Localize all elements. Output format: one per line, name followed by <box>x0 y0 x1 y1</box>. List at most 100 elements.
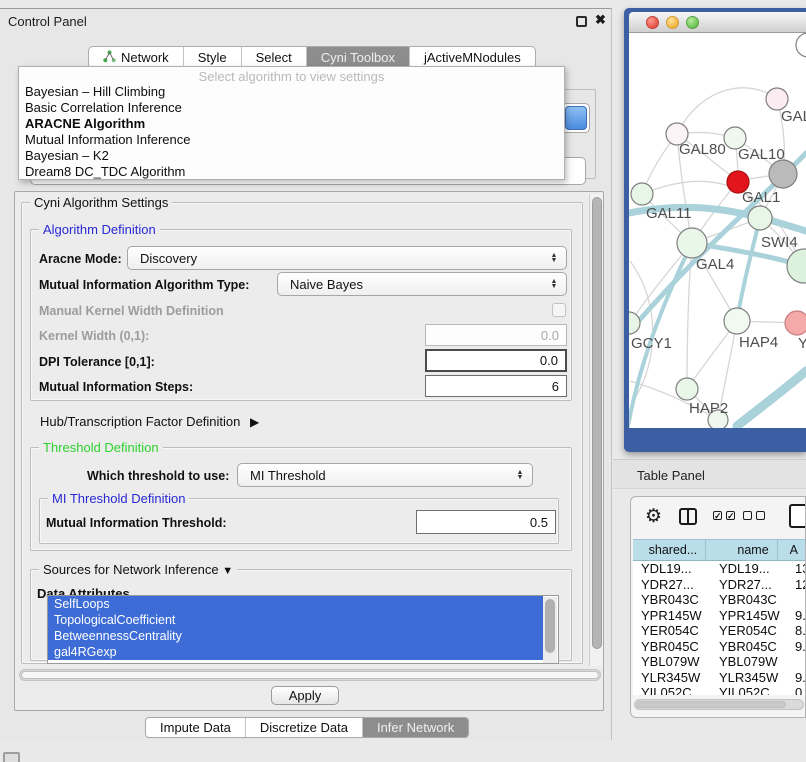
network-node[interactable] <box>748 206 772 230</box>
network-node-hap2[interactable] <box>676 378 698 400</box>
kernel-width-input[interactable]: 0.0 <box>425 324 567 346</box>
dropdown-item[interactable]: Bayesian – K2 <box>25 148 109 164</box>
network-node-gal4[interactable] <box>677 228 707 258</box>
network-graph: GAL GAL80 GAL10 GAL1 GAL11 SWI4 GAL4 GCY… <box>629 33 806 428</box>
network-node-pink[interactable] <box>785 311 806 335</box>
column-header-partial[interactable]: A <box>778 540 806 560</box>
which-threshold-combobox[interactable]: MI Threshold ▲▼ <box>237 463 533 487</box>
node-label: GCY1 <box>631 335 672 352</box>
list-scrollbar-thumb[interactable] <box>545 599 555 653</box>
zoom-traffic-light[interactable] <box>686 16 699 29</box>
dropdown-item-aracne[interactable]: ARACNE Algorithm <box>25 116 145 132</box>
tab-jactivemnodules[interactable]: jActiveMNodules <box>410 47 535 68</box>
tab-impute-data[interactable]: Impute Data <box>146 718 246 737</box>
panel-title: Control Panel <box>8 14 87 29</box>
table-column-headers: shared... name A <box>633 539 806 561</box>
table-row[interactable]: YBL079WYBL079W <box>633 654 806 670</box>
table-panel-title: Table Panel <box>637 468 705 483</box>
table-row[interactable]: YDL19...YDL19...13 <box>633 561 806 577</box>
table-horizontal-scrollbar[interactable] <box>634 699 804 710</box>
dropdown-item[interactable]: Basic Correlation Inference <box>25 100 182 116</box>
settings-vscroll-thumb[interactable] <box>592 197 602 649</box>
network-nodes[interactable] <box>629 33 806 428</box>
network-edges-gray <box>630 88 803 419</box>
table-row[interactable]: YPR145WYPR145W9. <box>633 608 806 624</box>
network-node-gray[interactable] <box>769 160 797 188</box>
network-node-hap4[interactable] <box>724 308 750 334</box>
combobox-arrows-icon: ▲▼ <box>542 253 566 263</box>
new-table-icon[interactable] <box>789 504 806 528</box>
tab-discretize-data[interactable]: Discretize Data <box>246 718 363 737</box>
mi-threshold-input[interactable]: 0.5 <box>416 510 556 534</box>
list-item[interactable]: SelfLoops <box>48 596 543 612</box>
float-window-icon[interactable] <box>576 16 587 27</box>
group-title: Algorithm Definition <box>39 222 160 237</box>
network-node-gcy1[interactable] <box>629 312 640 334</box>
table-row[interactable]: YDR27...YDR27...12 <box>633 577 806 593</box>
sources-toggle[interactable]: Sources for Network Inference ▼ <box>39 562 237 577</box>
mi-steps-input[interactable]: 6 <box>425 375 567 397</box>
gear-icon[interactable]: ⚙ <box>645 505 662 528</box>
node-label: SWI4 <box>761 234 798 251</box>
mi-steps-label: Mutual Information Steps: <box>39 380 193 394</box>
tab-infer-network[interactable]: Infer Network <box>363 718 468 737</box>
data-attributes-list[interactable]: SelfLoops TopologicalCoefficient Between… <box>47 595 559 664</box>
dropdown-item[interactable]: Mutual Information Inference <box>25 132 190 148</box>
column-header-name[interactable]: name <box>706 540 777 560</box>
tab-select[interactable]: Select <box>242 47 307 68</box>
threshold-definition-group: Threshold Definition Which threshold to … <box>30 447 572 551</box>
table-body: YDL19...YDL19...13 YDR27...YDR27...12 YB… <box>633 561 806 695</box>
aracne-mode-combobox[interactable]: Discovery ▲▼ <box>127 246 567 270</box>
network-icon <box>103 50 116 66</box>
combobox-spinner-focused[interactable] <box>565 106 587 130</box>
table-row[interactable]: YER054CYER054C8. <box>633 623 806 639</box>
deselect-all-checkbox-icon[interactable] <box>743 511 752 520</box>
network-canvas[interactable]: GAL GAL80 GAL10 GAL1 GAL11 SWI4 GAL4 GCY… <box>629 33 806 428</box>
columns-icon[interactable] <box>679 508 697 525</box>
network-node[interactable] <box>787 249 806 283</box>
network-window-titlebar[interactable] <box>629 12 806 33</box>
network-node[interactable] <box>796 33 806 57</box>
column-header-shared-name[interactable]: shared... <box>633 540 706 560</box>
table-row[interactable]: YLR345WYLR345W9. <box>633 670 806 686</box>
table-hscroll-thumb[interactable] <box>636 701 786 708</box>
tab-network[interactable]: Network <box>89 47 184 68</box>
hub-section-toggle[interactable]: Hub/Transcription Factor Definition ▶ <box>40 414 259 429</box>
list-item[interactable]: gal4RGexp <box>48 644 543 660</box>
select-all-checkbox-icon[interactable]: ✓ <box>726 511 735 520</box>
group-title: MI Threshold Definition <box>48 491 189 506</box>
list-scrollbar[interactable] <box>543 597 557 664</box>
close-traffic-light[interactable] <box>646 16 659 29</box>
table-row[interactable]: YBR045CYBR045C9. <box>633 639 806 655</box>
deselect-all-checkbox-icon[interactable] <box>756 511 765 520</box>
mi-threshold-definition-group: MI Threshold Definition Mutual Informati… <box>39 498 559 544</box>
tab-style[interactable]: Style <box>184 47 242 68</box>
close-icon[interactable]: ✖ <box>595 12 606 28</box>
node-label: GAL1 <box>742 189 780 206</box>
algorithm-definition-group: Algorithm Definition Aracne Mode: Discov… <box>30 229 572 401</box>
mi-type-combobox[interactable]: Naive Bayes ▲▼ <box>277 272 567 296</box>
select-all-checkbox-icon[interactable]: ✓ <box>713 511 722 520</box>
tab-cyni-toolbox[interactable]: Cyni Toolbox <box>307 47 410 68</box>
minimize-traffic-light[interactable] <box>666 16 679 29</box>
network-node[interactable] <box>766 88 788 110</box>
bottom-left-partial-button[interactable] <box>3 752 20 762</box>
node-label: GAL4 <box>696 256 734 273</box>
mi-type-label: Mutual Information Algorithm Type: <box>39 278 249 292</box>
settings-vertical-scrollbar[interactable] <box>589 194 603 666</box>
table-row[interactable]: YIL052CYIL052C0. <box>633 685 806 695</box>
apply-button[interactable]: Apply <box>271 686 339 705</box>
table-row[interactable]: YBR043CYBR043C <box>633 592 806 608</box>
aracne-mode-label: Aracne Mode: <box>39 252 122 266</box>
list-item[interactable]: BetweennessCentrality <box>48 628 543 644</box>
settings-horizontal-scrollbar[interactable] <box>19 669 601 681</box>
settings-hscroll-thumb[interactable] <box>21 671 599 679</box>
network-node-gal11[interactable] <box>631 183 653 205</box>
dropdown-item[interactable]: Bayesian – Hill Climbing <box>25 84 165 100</box>
dropdown-item[interactable]: Dream8 DC_TDC Algorithm <box>25 164 185 180</box>
list-item[interactable]: TopologicalCoefficient <box>48 612 543 628</box>
dpi-tolerance-input[interactable]: 0.0 <box>425 349 567 372</box>
dpi-tolerance-label: DPI Tolerance [0,1]: <box>39 355 155 369</box>
combobox-arrows-icon: ▲▼ <box>542 279 566 289</box>
manual-kernel-checkbox[interactable] <box>552 303 566 317</box>
